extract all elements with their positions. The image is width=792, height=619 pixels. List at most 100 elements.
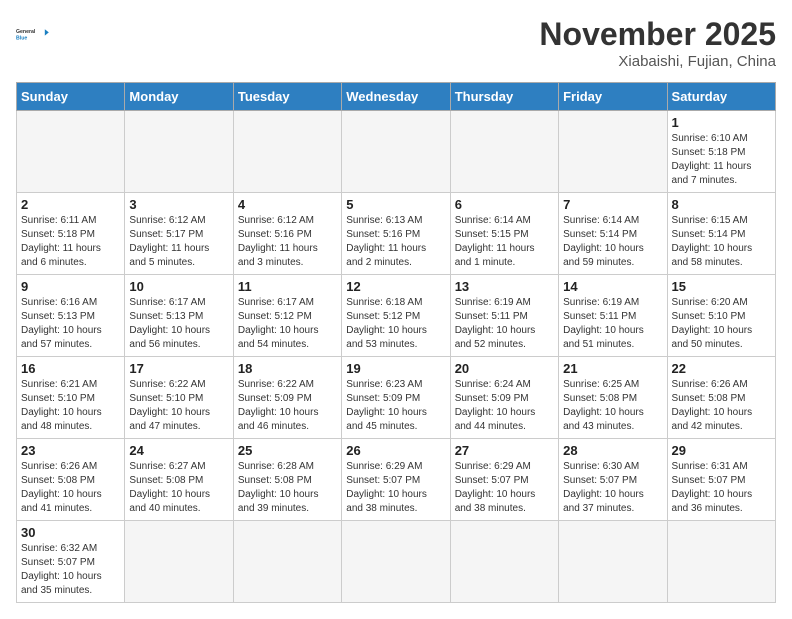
calendar-day: 6 Sunrise: 6:14 AM Sunset: 5:15 PM Daylig…	[450, 193, 558, 275]
calendar-day	[559, 521, 667, 603]
day-number: 19	[346, 361, 445, 376]
day-number: 26	[346, 443, 445, 458]
calendar-day	[342, 111, 450, 193]
dow-header-sunday: Sunday	[17, 83, 125, 111]
calendar-day: 19 Sunrise: 6:23 AM Sunset: 5:09 PM Dayli…	[342, 357, 450, 439]
calendar-day	[125, 521, 233, 603]
calendar-day: 12 Sunrise: 6:18 AM Sunset: 5:12 PM Dayli…	[342, 275, 450, 357]
month-title: November 2025	[539, 16, 776, 53]
calendar-week-6: 30 Sunrise: 6:32 AM Sunset: 5:07 PM Dayli…	[17, 521, 776, 603]
day-info: Sunrise: 6:20 AM Sunset: 5:10 PM Dayligh…	[672, 296, 771, 352]
logo-icon: General Blue	[16, 16, 52, 52]
day-info: Sunrise: 6:31 AM Sunset: 5:07 PM Dayligh…	[672, 460, 771, 516]
day-number: 15	[672, 279, 771, 294]
day-number: 12	[346, 279, 445, 294]
day-info: Sunrise: 6:30 AM Sunset: 5:07 PM Dayligh…	[563, 460, 662, 516]
dow-header-thursday: Thursday	[450, 83, 558, 111]
calendar-day	[450, 521, 558, 603]
svg-text:Blue: Blue	[16, 36, 27, 42]
day-number: 4	[238, 197, 337, 212]
day-number: 17	[129, 361, 228, 376]
day-number: 6	[455, 197, 554, 212]
calendar-day: 5Sunrise: 6:13 AM Sunset: 5:16 PM Daylig…	[342, 193, 450, 275]
day-number: 2	[21, 197, 120, 212]
day-number: 18	[238, 361, 337, 376]
calendar-day: 28Sunrise: 6:30 AM Sunset: 5:07 PM Dayli…	[559, 439, 667, 521]
dow-header-wednesday: Wednesday	[342, 83, 450, 111]
day-info: Sunrise: 6:25 AM Sunset: 5:08 PM Dayligh…	[563, 378, 662, 434]
day-info: Sunrise: 6:28 AM Sunset: 5:08 PM Dayligh…	[238, 460, 337, 516]
day-number: 22	[672, 361, 771, 376]
calendar-table: SundayMondayTuesdayWednesdayThursdayFrid…	[16, 82, 776, 603]
calendar-day: 23Sunrise: 6:26 AM Sunset: 5:08 PM Dayli…	[17, 439, 125, 521]
day-info: Sunrise: 6:14 AM Sunset: 5:15 PM Dayligh…	[455, 214, 554, 270]
calendar-day	[667, 521, 775, 603]
day-number: 10	[129, 279, 228, 294]
calendar-day: 26Sunrise: 6:29 AM Sunset: 5:07 PM Dayli…	[342, 439, 450, 521]
dow-header-saturday: Saturday	[667, 83, 775, 111]
calendar-day	[233, 521, 341, 603]
calendar-day: 20 Sunrise: 6:24 AM Sunset: 5:09 PM Dayli…	[450, 357, 558, 439]
dow-header-tuesday: Tuesday	[233, 83, 341, 111]
day-info: Sunrise: 6:11 AM Sunset: 5:18 PM Dayligh…	[21, 214, 120, 270]
day-info: Sunrise: 6:15 AM Sunset: 5:14 PM Dayligh…	[672, 214, 771, 270]
day-number: 1	[672, 115, 771, 130]
days-of-week-row: SundayMondayTuesdayWednesdayThursdayFrid…	[17, 83, 776, 111]
day-number: 30	[21, 525, 120, 540]
day-number: 23	[21, 443, 120, 458]
day-number: 8	[672, 197, 771, 212]
calendar-week-2: 2 Sunrise: 6:11 AM Sunset: 5:18 PM Daylig…	[17, 193, 776, 275]
day-info: Sunrise: 6:13 AM Sunset: 5:16 PM Dayligh…	[346, 214, 445, 270]
day-number: 21	[563, 361, 662, 376]
day-info: Sunrise: 6:12 AM Sunset: 5:16 PM Dayligh…	[238, 214, 337, 270]
day-info: Sunrise: 6:26 AM Sunset: 5:08 PM Dayligh…	[672, 378, 771, 434]
day-info: Sunrise: 6:17 AM Sunset: 5:12 PM Dayligh…	[238, 296, 337, 352]
day-info: Sunrise: 6:29 AM Sunset: 5:07 PM Dayligh…	[455, 460, 554, 516]
day-number: 7	[563, 197, 662, 212]
dow-header-monday: Monday	[125, 83, 233, 111]
calendar-week-1: 1Sunrise: 6:10 AM Sunset: 5:18 PM Daylig…	[17, 111, 776, 193]
location: Xiabaishi, Fujian, China	[539, 53, 776, 70]
day-info: Sunrise: 6:19 AM Sunset: 5:11 PM Dayligh…	[563, 296, 662, 352]
day-info: Sunrise: 6:32 AM Sunset: 5:07 PM Dayligh…	[21, 542, 120, 598]
calendar-day: 13 Sunrise: 6:19 AM Sunset: 5:11 PM Dayli…	[450, 275, 558, 357]
calendar-day: 16Sunrise: 6:21 AM Sunset: 5:10 PM Dayli…	[17, 357, 125, 439]
day-info: Sunrise: 6:18 AM Sunset: 5:12 PM Dayligh…	[346, 296, 445, 352]
day-info: Sunrise: 6:19 AM Sunset: 5:11 PM Dayligh…	[455, 296, 554, 352]
day-info: Sunrise: 6:22 AM Sunset: 5:09 PM Dayligh…	[238, 378, 337, 434]
calendar-day: 8 Sunrise: 6:15 AM Sunset: 5:14 PM Daylig…	[667, 193, 775, 275]
day-number: 27	[455, 443, 554, 458]
calendar-day: 22 Sunrise: 6:26 AM Sunset: 5:08 PM Dayli…	[667, 357, 775, 439]
day-number: 24	[129, 443, 228, 458]
calendar-day	[342, 521, 450, 603]
calendar-week-5: 23Sunrise: 6:26 AM Sunset: 5:08 PM Dayli…	[17, 439, 776, 521]
calendar-day	[17, 111, 125, 193]
day-number: 11	[238, 279, 337, 294]
calendar-day	[450, 111, 558, 193]
day-info: Sunrise: 6:14 AM Sunset: 5:14 PM Dayligh…	[563, 214, 662, 270]
calendar-day: 24Sunrise: 6:27 AM Sunset: 5:08 PM Dayli…	[125, 439, 233, 521]
calendar-day: 10Sunrise: 6:17 AM Sunset: 5:13 PM Dayli…	[125, 275, 233, 357]
day-info: Sunrise: 6:16 AM Sunset: 5:13 PM Dayligh…	[21, 296, 120, 352]
calendar-day: 27 Sunrise: 6:29 AM Sunset: 5:07 PM Dayli…	[450, 439, 558, 521]
day-number: 20	[455, 361, 554, 376]
day-number: 13	[455, 279, 554, 294]
day-number: 3	[129, 197, 228, 212]
calendar-day: 14 Sunrise: 6:19 AM Sunset: 5:11 PM Dayli…	[559, 275, 667, 357]
logo: General Blue	[16, 16, 52, 52]
day-number: 14	[563, 279, 662, 294]
calendar-day: 18 Sunrise: 6:22 AM Sunset: 5:09 PM Dayli…	[233, 357, 341, 439]
calendar-day: 15 Sunrise: 6:20 AM Sunset: 5:10 PM Dayli…	[667, 275, 775, 357]
day-number: 9	[21, 279, 120, 294]
calendar-day: 1Sunrise: 6:10 AM Sunset: 5:18 PM Daylig…	[667, 111, 775, 193]
day-info: Sunrise: 6:23 AM Sunset: 5:09 PM Dayligh…	[346, 378, 445, 434]
calendar-week-3: 9 Sunrise: 6:16 AM Sunset: 5:13 PM Daylig…	[17, 275, 776, 357]
calendar-day	[125, 111, 233, 193]
day-info: Sunrise: 6:24 AM Sunset: 5:09 PM Dayligh…	[455, 378, 554, 434]
title-block: November 2025 Xiabaishi, Fujian, China	[539, 16, 776, 70]
calendar-day: 11 Sunrise: 6:17 AM Sunset: 5:12 PM Dayli…	[233, 275, 341, 357]
dow-header-friday: Friday	[559, 83, 667, 111]
calendar-day: 2 Sunrise: 6:11 AM Sunset: 5:18 PM Daylig…	[17, 193, 125, 275]
svg-text:General: General	[16, 29, 36, 35]
calendar-day: 4 Sunrise: 6:12 AM Sunset: 5:16 PM Daylig…	[233, 193, 341, 275]
